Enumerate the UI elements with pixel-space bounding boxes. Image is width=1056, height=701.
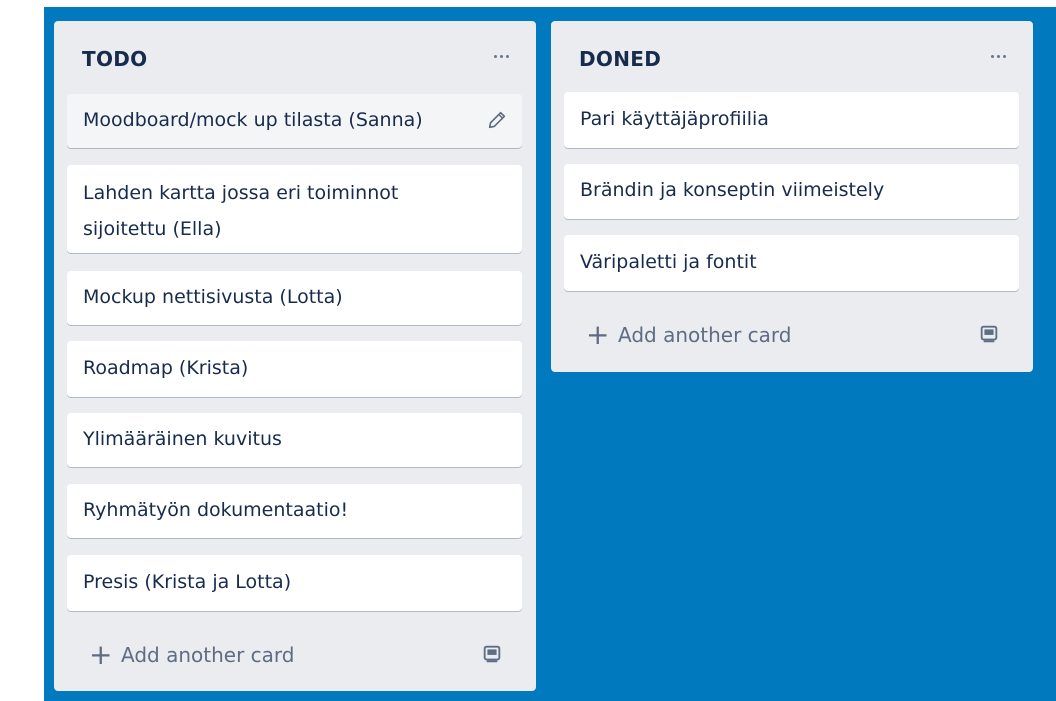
- more-icon-dot: [996, 54, 1000, 58]
- list-header: DONED: [551, 21, 1033, 93]
- card-title: Ryhmätyön dokumentaatio!: [83, 499, 349, 521]
- card-ryhmatyon-dokumentaatio[interactable]: Ryhmätyön dokumentaatio!: [67, 484, 522, 538]
- pencil-icon[interactable]: [486, 109, 508, 131]
- list-title[interactable]: DONED: [579, 47, 661, 71]
- more-icon-dot: [1002, 54, 1006, 58]
- card-title: Mockup nettisivusta (Lotta): [83, 286, 343, 308]
- more-icon-dot: [499, 54, 503, 58]
- card-roadmap[interactable]: Roadmap (Krista): [67, 341, 522, 397]
- card-mockup-nettisivusta[interactable]: Mockup nettisivusta (Lotta): [67, 271, 522, 325]
- list-menu-button[interactable]: [981, 43, 1015, 69]
- plus-icon: +: [89, 638, 113, 671]
- list-header: TODO: [54, 21, 536, 93]
- card-template-icon[interactable]: [481, 643, 503, 665]
- list-doned: DONED Pari käyttäjäprofiilia Brändin ja …: [551, 21, 1033, 372]
- card-lahden-kartta[interactable]: Lahden kartta jossa eri toiminnot sijoit…: [67, 165, 522, 253]
- add-card-button[interactable]: + Add another card: [67, 635, 522, 675]
- card-pari-kayttajaprofiilia[interactable]: Pari käyttäjäprofiilia: [564, 92, 1019, 148]
- plus-icon: +: [586, 318, 610, 351]
- add-card-label: Add another card: [121, 643, 295, 667]
- card-title: Presis (Krista ja Lotta): [83, 571, 292, 593]
- list-title[interactable]: TODO: [82, 47, 147, 71]
- more-icon: [493, 54, 497, 58]
- add-card-button[interactable]: + Add another card: [564, 315, 1019, 355]
- list-menu-button[interactable]: [484, 43, 518, 69]
- card-ylimaarainen-kuvitus[interactable]: Ylimääräinen kuvitus: [67, 413, 522, 467]
- list-todo: TODO Moodboard/mock up tilasta (Sanna) L…: [54, 21, 536, 691]
- card-varipaletti-ja-fontit[interactable]: Väripaletti ja fontit: [564, 235, 1019, 291]
- card-title: Brändin ja konseptin viimeistely: [580, 179, 885, 201]
- card-template-icon[interactable]: [978, 323, 1000, 345]
- card-title: Lahden kartta jossa eri toiminnot sijoit…: [83, 182, 399, 240]
- card-title: Väripaletti ja fontit: [580, 251, 757, 273]
- more-icon-dot: [505, 54, 509, 58]
- card-title: Roadmap (Krista): [83, 357, 249, 379]
- more-icon: [990, 54, 994, 58]
- add-card-label: Add another card: [618, 323, 792, 347]
- card-title: Pari käyttäjäprofiilia: [580, 108, 769, 130]
- card-brandin-ja-konseptin[interactable]: Brändin ja konseptin viimeistely: [564, 164, 1019, 219]
- card-presis[interactable]: Presis (Krista ja Lotta): [67, 555, 522, 611]
- card-title: Moodboard/mock up tilasta (Sanna): [83, 109, 423, 131]
- card-moodboard[interactable]: Moodboard/mock up tilasta (Sanna): [67, 94, 522, 148]
- card-title: Ylimääräinen kuvitus: [83, 428, 282, 450]
